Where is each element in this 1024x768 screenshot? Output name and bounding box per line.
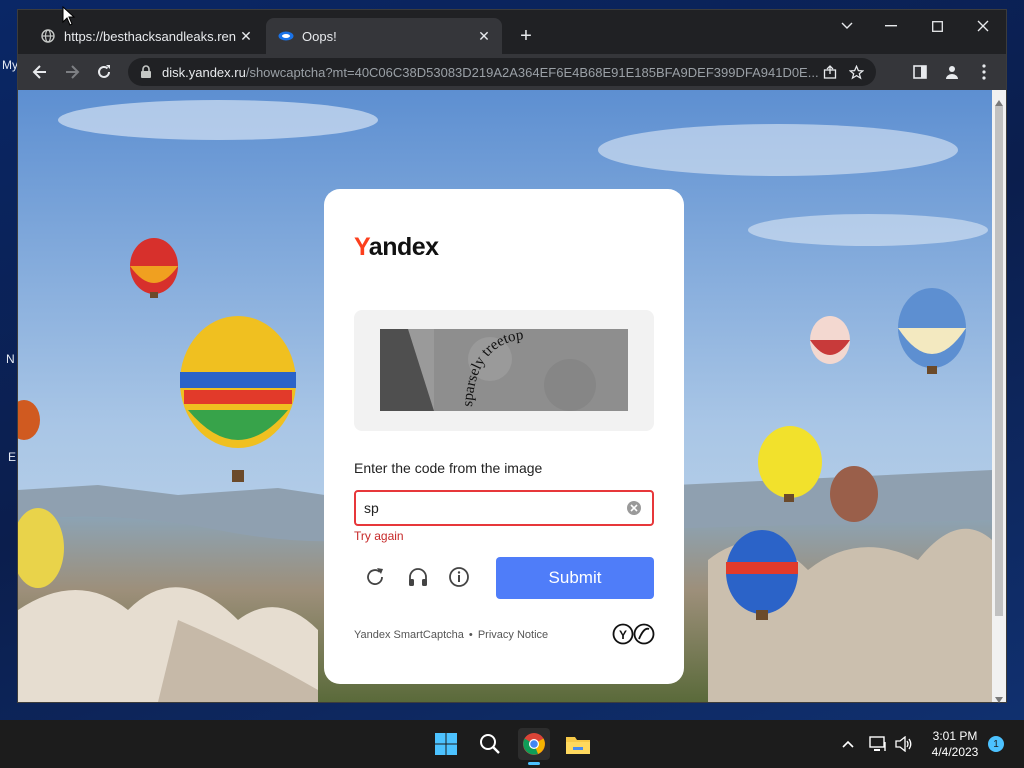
captcha-card: Yandex sparsely treetop Enter the code f…: [324, 189, 684, 684]
share-icon[interactable]: [820, 62, 840, 82]
minimize-button[interactable]: [868, 10, 914, 42]
browser-window: https://besthacksandleaks.render ✕ Oops!…: [18, 10, 1006, 703]
captcha-image-frame: sparsely treetop: [354, 310, 654, 431]
windows-start-icon[interactable]: [430, 728, 462, 760]
url-host: disk.yandex.ru: [162, 64, 246, 80]
profile-icon[interactable]: [938, 58, 966, 86]
globe-icon: [40, 28, 56, 44]
audio-headphones-icon[interactable]: [405, 564, 431, 590]
footer-separator: •: [468, 629, 473, 641]
tab-oops[interactable]: Oops! ✕: [266, 18, 502, 54]
captcha-error-text: Try again: [354, 529, 404, 543]
close-tab-icon[interactable]: ✕: [236, 26, 256, 46]
system-clock[interactable]: 3:01 PM 4/4/2023: [920, 728, 990, 760]
tab-strip: https://besthacksandleaks.render ✕ Oops!…: [18, 10, 1006, 54]
close-tab-icon[interactable]: ✕: [474, 26, 494, 46]
new-tab-button[interactable]: +: [514, 24, 538, 48]
scroll-up-icon[interactable]: [995, 93, 1003, 106]
tab-search-icon[interactable]: [824, 10, 870, 42]
url-path: /showcaptcha?mt=40C06C38D53083D219A2A364…: [245, 64, 819, 80]
captcha-footer: Yandex SmartCaptcha • Privacy Notice: [354, 629, 548, 641]
info-icon[interactable]: [446, 564, 472, 590]
captcha-input[interactable]: sp: [354, 490, 654, 526]
back-icon[interactable]: [26, 58, 54, 86]
volume-icon[interactable]: [888, 728, 920, 760]
tab-title: Oops!: [302, 28, 337, 44]
active-app-indicator: [528, 762, 540, 765]
yandex-disk-icon: [278, 28, 294, 44]
scrollbar-thumb[interactable]: [995, 106, 1003, 616]
side-panel-icon[interactable]: [906, 58, 934, 86]
privacy-notice-link[interactable]: Privacy Notice: [478, 629, 548, 641]
bookmark-star-icon[interactable]: [846, 62, 866, 82]
balloon: [810, 316, 850, 364]
desktop-label[interactable]: N: [6, 352, 15, 366]
captcha-prompt: Enter the code from the image: [354, 460, 543, 476]
scroll-down-icon[interactable]: [995, 690, 1003, 703]
clock-time: 3:01 PM: [932, 729, 978, 743]
desktop-label[interactable]: E: [8, 450, 16, 464]
clock-date: 4/4/2023: [931, 745, 979, 759]
vertical-scrollbar[interactable]: [992, 90, 1006, 703]
close-window-button[interactable]: [960, 10, 1006, 42]
desktop-label[interactable]: My: [2, 58, 18, 72]
reload-icon[interactable]: [90, 58, 118, 86]
lock-icon[interactable]: [140, 65, 154, 79]
chrome-taskbar-icon[interactable]: [518, 728, 550, 765]
yandex-smartcaptcha-logo: Y: [612, 623, 656, 645]
notification-badge[interactable]: 1: [988, 736, 1004, 752]
forward-icon[interactable]: [58, 58, 86, 86]
tab-title: https://besthacksandleaks.render: [64, 28, 236, 44]
balloon: [830, 466, 878, 522]
url-text: disk.yandex.ru/showcaptcha?mt=40C06C38D5…: [162, 65, 820, 80]
captcha-image: sparsely treetop: [380, 329, 628, 411]
yandex-logo: Yandex: [354, 233, 439, 261]
address-bar[interactable]: disk.yandex.ru/showcaptcha?mt=40C06C38D5…: [128, 58, 876, 86]
file-explorer-icon[interactable]: [562, 728, 594, 760]
search-icon[interactable]: [474, 728, 506, 760]
smartcaptcha-link[interactable]: Yandex SmartCaptcha: [354, 629, 464, 641]
svg-text:Y: Y: [619, 628, 627, 642]
submit-button[interactable]: Submit: [496, 557, 654, 599]
refresh-icon[interactable]: [362, 564, 388, 590]
maximize-button[interactable]: [914, 10, 960, 42]
captcha-input-value[interactable]: sp: [356, 500, 626, 516]
show-hidden-icons-chevron[interactable]: [832, 728, 864, 760]
taskbar: 3:01 PM 4/4/2023: [0, 720, 1024, 768]
menu-icon[interactable]: [970, 58, 998, 86]
page-viewport: Yandex sparsely treetop Enter the code f…: [18, 90, 992, 702]
clear-icon[interactable]: [626, 500, 642, 516]
mouse-pointer-icon: [62, 5, 76, 26]
browser-toolbar: disk.yandex.ru/showcaptcha?mt=40C06C38D5…: [18, 54, 1006, 90]
